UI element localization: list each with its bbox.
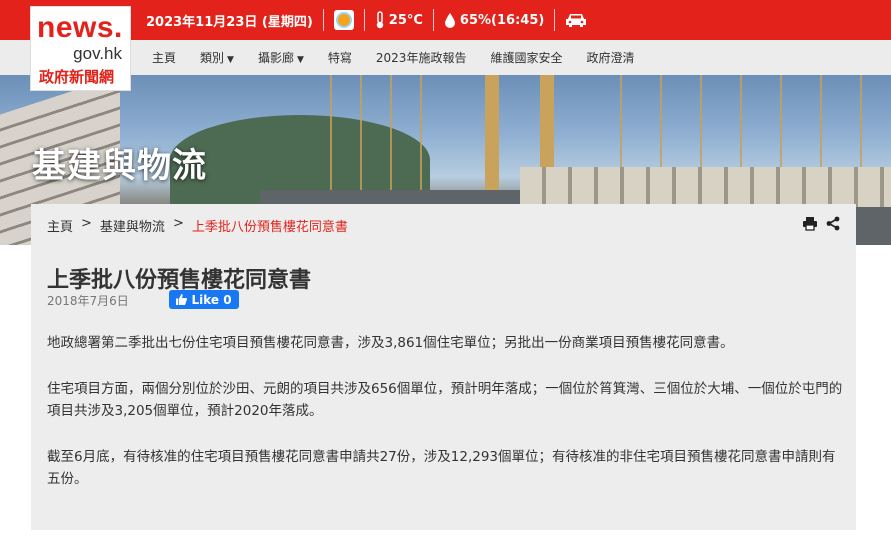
nav-item-policy-address[interactable]: 2023年施政報告 <box>376 49 467 66</box>
facebook-like-button[interactable]: Like 0 <box>169 290 239 309</box>
article-paragraph: 住宅項目方面，兩個分別位於沙田、元朗的項目共涉及656個單位，預計明年落成；一個… <box>47 381 843 419</box>
top-info-bar: 2023年11月23日 (星期四) 25°C 65%(16:45) <box>0 0 891 40</box>
humidity-drop-icon <box>444 12 456 28</box>
article-paragraph: 截至6月底，有待核准的住宅項目預售樓花同意書申請共27份，涉及12,293個單位… <box>47 449 836 487</box>
bridge-tower <box>485 75 499 195</box>
banner-title: 基建與物流 <box>32 146 207 186</box>
banner-railing <box>520 167 891 207</box>
logo-text-govhk: gov.hk <box>73 44 122 63</box>
article-date: 2018年7月6日 <box>47 294 129 308</box>
article-tools <box>802 216 840 235</box>
breadcrumb-current: 上季批八份預售樓花同意書 <box>191 220 348 235</box>
breadcrumb-home[interactable]: 主頁 <box>47 216 73 235</box>
nav-item-clarifications[interactable]: 政府澄清 <box>586 49 634 66</box>
nav-item-category-label: 類別 <box>200 51 225 65</box>
breadcrumb-separator: > <box>81 216 92 231</box>
breadcrumb: 主頁 > 基建與物流 > 上季批八份預售樓花同意書 <box>47 216 356 235</box>
share-icon[interactable] <box>826 216 840 235</box>
nav-item-national-security[interactable]: 維護國家安全 <box>490 49 562 66</box>
logo-text-news: news. <box>37 11 123 44</box>
site-logo[interactable]: news. gov.hk 政府新聞網 <box>30 6 131 91</box>
logo-text-chinese: 政府新聞網 <box>39 68 115 86</box>
breadcrumb-separator: > <box>172 216 184 231</box>
nav-item-features[interactable]: 特寫 <box>328 49 352 66</box>
caret-down-icon: ▼ <box>227 55 234 65</box>
bridge-cable <box>360 75 362 200</box>
nav-item-home[interactable]: 主頁 <box>152 49 176 66</box>
nav-item-gallery[interactable]: 攝影廊 ▼ <box>258 49 304 66</box>
divider <box>363 9 365 31</box>
divider <box>432 9 434 31</box>
divider <box>554 9 556 31</box>
print-icon[interactable] <box>802 216 818 235</box>
divider <box>322 9 324 31</box>
car-icon[interactable] <box>565 12 587 28</box>
nav-item-gallery-label: 攝影廊 <box>257 51 294 65</box>
nav-item-category[interactable]: 類別 ▼ <box>200 49 234 66</box>
article-panel: 主頁 > 基建與物流 > 上季批八份預售樓花同意書 上季批八份預售樓花同意書 2… <box>31 204 856 530</box>
bridge-cable <box>330 75 332 200</box>
date-label: 2023年11月23日 (星期四) <box>146 14 313 30</box>
article-paragraph: 地政總署第二季批出七份住宅項目預售樓花同意書，涉及3,861個住宅單位；另批出一… <box>47 335 734 351</box>
bridge-cable <box>390 75 392 200</box>
main-nav: 主頁 類別 ▼ 攝影廊 ▼ 特寫 2023年施政報告 維護國家安全 政府澄清 <box>0 40 891 75</box>
humidity-value: 65%(16:45) <box>459 12 545 28</box>
sunny-icon[interactable] <box>333 10 354 30</box>
temperature-value: 25°C <box>388 12 423 28</box>
thermometer-icon <box>375 11 385 29</box>
bridge-cable <box>420 75 422 200</box>
like-label: Like 0 <box>191 292 232 307</box>
breadcrumb-category[interactable]: 基建與物流 <box>100 216 165 235</box>
thumbs-up-icon <box>176 294 188 305</box>
caret-down-icon: ▼ <box>296 55 304 65</box>
